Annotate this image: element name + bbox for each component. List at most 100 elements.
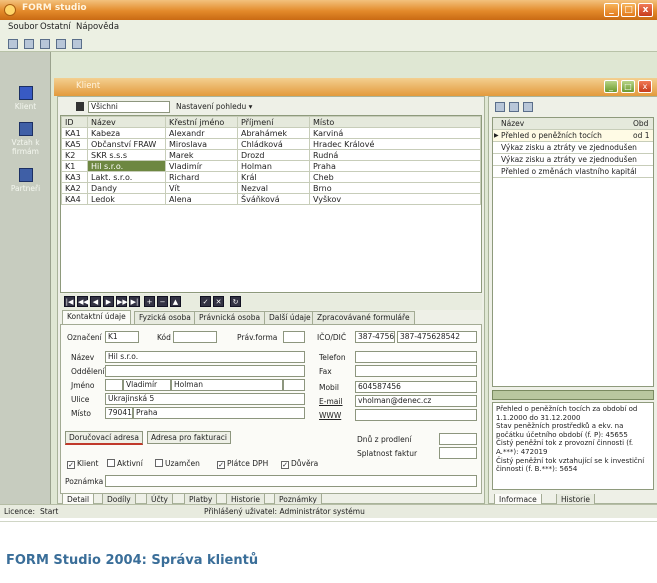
next-record-icon[interactable]: ▶: [103, 296, 114, 307]
table-row[interactable]: KA4 Ledok Alena Šváňková Vyškov: [61, 193, 481, 205]
table-row[interactable]: KA2 Dandy Vít Nezval Brno: [61, 182, 481, 194]
menu-soubor[interactable]: Soubor: [8, 22, 38, 32]
minimize-button[interactable]: _: [604, 3, 619, 17]
checkbox-klient-box[interactable]: ✓: [67, 461, 75, 469]
column-header-id[interactable]: ID: [61, 116, 88, 128]
ulice-field[interactable]: Ukrajinská 5: [105, 393, 305, 405]
nav-partneri[interactable]: Partneři: [0, 168, 51, 193]
checkbox-uzamcen[interactable]: Uzamčen: [155, 459, 200, 468]
contact-form: Označení K1 Kód Práv.forma IČO/DIČ 387-4…: [60, 324, 482, 494]
tab-fyzicka-osoba[interactable]: Fyzická osoba: [134, 311, 196, 324]
next-page-icon[interactable]: ▶▶: [116, 296, 128, 307]
list-icon[interactable]: [24, 39, 34, 49]
inner-maximize-button[interactable]: □: [621, 80, 635, 93]
dic-field[interactable]: 387-475628542: [397, 331, 477, 343]
prev-record-icon[interactable]: ◀: [90, 296, 101, 307]
cell-id: KA2: [61, 182, 88, 194]
oddeleni-field[interactable]: [105, 365, 305, 377]
telefon-field[interactable]: [355, 351, 477, 363]
inner-minimize-button[interactable]: _: [604, 80, 618, 93]
checkbox-uzamcen-box[interactable]: [155, 459, 163, 467]
dnu-z-prodleni-field[interactable]: [439, 433, 477, 445]
checkbox-platce-dph[interactable]: ✓ Plátce DPH: [217, 459, 268, 469]
tab-kontaktni-udaje[interactable]: Kontaktní údaje: [62, 310, 131, 324]
info-splitter[interactable]: [492, 390, 654, 400]
checkbox-duvera-box[interactable]: ✓: [281, 461, 289, 469]
list-item[interactable]: Výkaz zisku a ztráty ve zjednodušen: [493, 142, 653, 154]
table-row[interactable]: KA5 Občanství FRAW Miroslava Chládková Hrade…: [61, 138, 481, 150]
column-header-misto[interactable]: Místo: [309, 116, 481, 128]
fakturacni-adresa-button[interactable]: Adresa pro fakturaci: [147, 431, 231, 444]
jmeno-field[interactable]: Vladimír: [123, 379, 171, 391]
first-icon[interactable]: [8, 39, 18, 49]
cancel-record-icon[interactable]: ✕: [213, 296, 224, 307]
email-label[interactable]: E-mail: [319, 397, 343, 406]
copy-icon[interactable]: [40, 39, 50, 49]
close-button[interactable]: x: [638, 3, 653, 17]
titul-field[interactable]: [105, 379, 123, 391]
pravforma-field[interactable]: [283, 331, 305, 343]
column-header-nazev[interactable]: Název: [87, 116, 166, 128]
mobil-field[interactable]: 604587456: [355, 381, 477, 393]
report-icon[interactable]: [495, 102, 505, 112]
www-field[interactable]: [355, 409, 477, 421]
view-settings-button[interactable]: Nastavení pohledu ▾: [176, 102, 252, 111]
list-item[interactable]: ▶ Přehled o peněžních tocích od 1: [493, 130, 653, 142]
list-item[interactable]: Přehled o změnách vlastního kapitál: [493, 166, 653, 178]
nav-klient[interactable]: Klient: [0, 86, 51, 111]
menu-napoveda[interactable]: Nápověda: [76, 22, 119, 32]
export-icon[interactable]: [523, 102, 533, 112]
filter-select[interactable]: Všichni: [88, 101, 170, 113]
print-icon[interactable]: [509, 102, 519, 112]
oznaceni-field[interactable]: K1: [105, 331, 139, 343]
tab-zpracovavane-formulare[interactable]: Zpracovávané formuláře: [312, 311, 415, 324]
menu-ostatni[interactable]: Ostatní: [40, 22, 71, 32]
splatnost-field[interactable]: [439, 447, 477, 459]
table-row[interactable]: K2 SKR s.s.s Marek Drozd Rudná: [61, 149, 481, 161]
fax-field[interactable]: [355, 365, 477, 377]
inner-close-button[interactable]: x: [638, 80, 652, 93]
delete-record-icon[interactable]: −: [157, 296, 168, 307]
tab-dalsi-udaje[interactable]: Další údaje: [264, 311, 316, 324]
psc-field[interactable]: 79041: [105, 407, 133, 419]
checkbox-aktivni-box[interactable]: [107, 459, 115, 467]
checkbox-klient[interactable]: ✓ Klient: [67, 459, 98, 469]
www-label[interactable]: WWW: [319, 411, 341, 420]
poznamka-field[interactable]: [105, 475, 477, 487]
checkbox-duvera[interactable]: ✓ Důvěra: [281, 459, 318, 469]
ico-field[interactable]: 387-4756: [355, 331, 395, 343]
column-header-prijmeni[interactable]: Příjmení: [237, 116, 310, 128]
maximize-button[interactable]: □: [621, 3, 636, 17]
nav-vztah-k-firmam[interactable]: Vztah k firmám: [0, 122, 51, 156]
titul-za-field[interactable]: [283, 379, 305, 391]
checkbox-platce-dph-box[interactable]: ✓: [217, 461, 225, 469]
misto-field[interactable]: Praha: [133, 407, 305, 419]
window-titlebar[interactable]: FORM studio: [0, 0, 657, 20]
kod-field[interactable]: [173, 331, 217, 343]
table-row-selected[interactable]: K1 Hil s.r.o. Vladimír Holman Praha: [61, 160, 481, 172]
first-record-icon[interactable]: |◀: [64, 296, 75, 307]
nazev-field[interactable]: Hil s.r.o.: [105, 351, 305, 363]
edit-icon[interactable]: [56, 39, 66, 49]
dorucovaci-adresa-button[interactable]: Doručovací adresa: [65, 431, 143, 445]
view-icon[interactable]: [72, 39, 82, 49]
refresh-icon[interactable]: ↻: [230, 296, 241, 307]
last-record-icon[interactable]: ▶|: [129, 296, 140, 307]
inner-window-titlebar[interactable]: Klient: [54, 78, 657, 96]
prev-page-icon[interactable]: ◀◀: [77, 296, 89, 307]
table-row[interactable]: KA1 Kabeza Alexandr Abrahámek Karviná: [61, 127, 481, 139]
column-header-krestni-jmeno[interactable]: Křestní jméno: [165, 116, 238, 128]
checkbox-aktivni[interactable]: Aktivní: [107, 459, 143, 468]
prijmeni-field[interactable]: Holman: [171, 379, 283, 391]
list-item[interactable]: Výkaz zisku a ztráty ve zjednodušen: [493, 154, 653, 166]
edit-record-icon[interactable]: ▲: [170, 296, 181, 307]
reports-header-nazev[interactable]: Název: [501, 119, 524, 128]
cell-city: Brno: [309, 182, 481, 194]
add-record-icon[interactable]: +: [144, 296, 155, 307]
cell-first: Richard: [165, 171, 238, 183]
tab-pravnicka-osoba[interactable]: Právnická osoba: [194, 311, 266, 324]
email-field[interactable]: vholman@denec.cz: [355, 395, 477, 407]
table-row[interactable]: KA3 Lakt. s.r.o. Richard Král Cheb: [61, 171, 481, 183]
reports-header-obd[interactable]: Obd: [633, 118, 648, 129]
save-record-icon[interactable]: ✓: [200, 296, 211, 307]
